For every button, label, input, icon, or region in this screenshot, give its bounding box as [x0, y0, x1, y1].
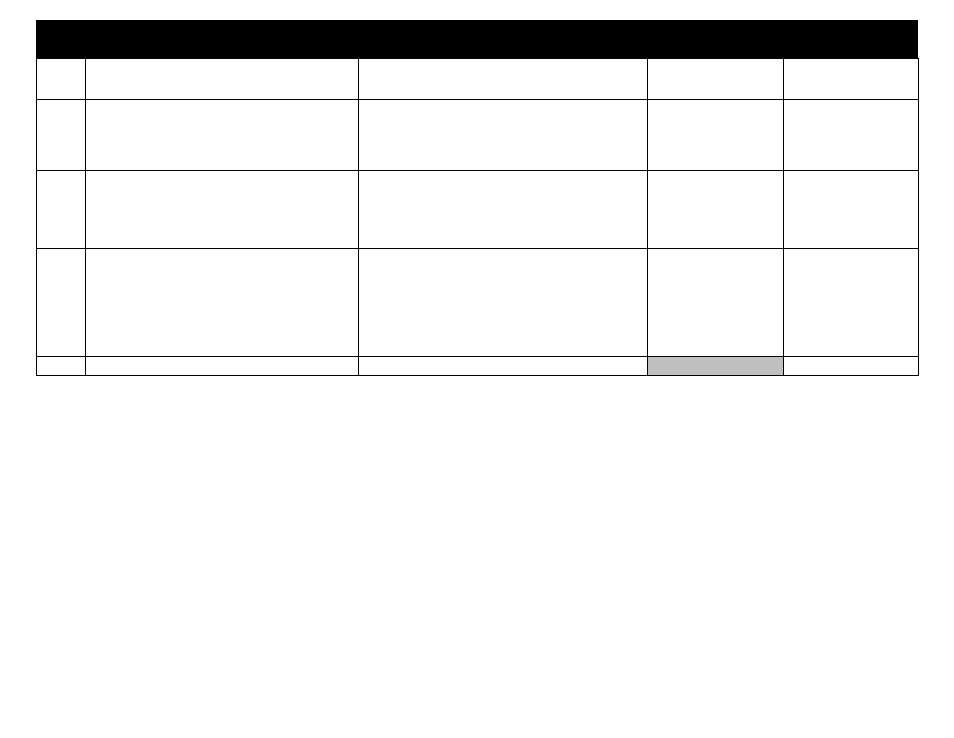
table-cell	[359, 59, 648, 100]
table-cell	[37, 59, 86, 100]
table-cell	[86, 249, 359, 357]
table-cell	[37, 357, 86, 376]
table-cell	[359, 249, 648, 357]
table-cell	[359, 100, 648, 171]
table-cell	[37, 171, 86, 249]
table-row	[37, 249, 919, 357]
document-page	[0, 0, 954, 738]
header-bar	[36, 20, 918, 58]
main-table	[36, 58, 919, 376]
table-cell	[784, 357, 919, 376]
table-cell	[648, 100, 784, 171]
table-cell	[86, 171, 359, 249]
table-cell	[648, 59, 784, 100]
table-row	[37, 59, 919, 100]
table-row	[37, 357, 919, 376]
table-cell	[648, 171, 784, 249]
table-cell	[648, 249, 784, 357]
table-cell	[86, 100, 359, 171]
table-row	[37, 171, 919, 249]
table-cell	[784, 249, 919, 357]
table-row	[37, 100, 919, 171]
table-cell	[86, 59, 359, 100]
table-cell	[784, 100, 919, 171]
table-cell	[37, 100, 86, 171]
table-cell	[784, 59, 919, 100]
table-cell	[784, 171, 919, 249]
table-cell	[359, 171, 648, 249]
table-cell-shaded	[648, 357, 784, 376]
table-cell	[86, 357, 359, 376]
table-cell	[359, 357, 648, 376]
table-cell	[37, 249, 86, 357]
